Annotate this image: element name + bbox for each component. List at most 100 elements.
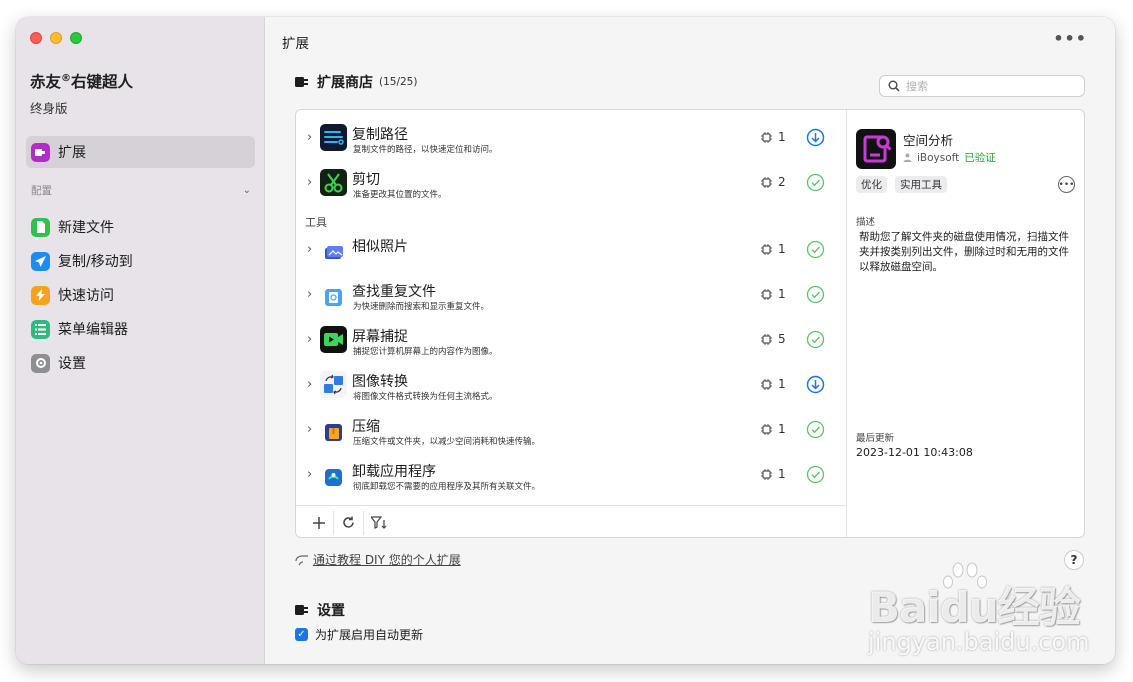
last-updated-date: 2023-12-01 10:43:08 bbox=[856, 446, 973, 459]
action-count: 1 bbox=[761, 130, 786, 144]
watermark-brand: Baidu经验 bbox=[868, 583, 1081, 632]
pointing-hand-icon bbox=[295, 554, 308, 565]
close-window-button[interactable] bbox=[30, 32, 42, 44]
store-title: 扩展商店 bbox=[317, 75, 373, 91]
extension-name: 压缩 bbox=[352, 419, 380, 435]
scissors-icon bbox=[320, 169, 347, 196]
list-item[interactable]: › 卸载应用程序 彻底卸载您不需要的应用程序及其所有关联文件。 1 bbox=[296, 455, 846, 497]
action-count: 1 bbox=[761, 467, 786, 481]
list-item[interactable]: › 查找重复文件 为快速删除而搜索和显示重复文件。 1 bbox=[296, 275, 846, 317]
person-icon bbox=[903, 153, 912, 162]
action-count: 1 bbox=[761, 422, 786, 436]
send-icon bbox=[31, 251, 50, 271]
list-footer-toolbar bbox=[296, 505, 846, 537]
filter-sort-button[interactable] bbox=[364, 511, 394, 535]
chevron-right-icon[interactable]: › bbox=[307, 130, 312, 145]
installed-check-icon bbox=[806, 240, 825, 259]
list-item[interactable]: › 剪切 准备更改其位置的文件。 2 bbox=[296, 163, 846, 205]
chevron-right-icon[interactable]: › bbox=[307, 467, 312, 482]
detail-more-button[interactable]: ••• bbox=[1058, 176, 1075, 193]
chevron-right-icon[interactable]: › bbox=[307, 332, 312, 347]
chevron-right-icon[interactable]: › bbox=[307, 242, 312, 257]
sidebar-item-label: 设置 bbox=[58, 356, 86, 372]
refresh-button[interactable] bbox=[334, 510, 364, 535]
toolbar: 扩展 ••• bbox=[265, 17, 1115, 61]
group-label: 工具 bbox=[305, 216, 327, 229]
tag-optimize[interactable]: 优化 bbox=[856, 176, 887, 193]
extension-name: 相似照片 bbox=[352, 239, 408, 255]
download-icon[interactable] bbox=[806, 128, 825, 147]
chevron-right-icon[interactable]: › bbox=[307, 377, 312, 392]
refresh-icon bbox=[343, 516, 354, 528]
sidebar-item-menu-editor[interactable]: 菜单编辑器 bbox=[26, 313, 255, 345]
auto-update-option[interactable]: ✓ 为扩展启用自动更新 bbox=[295, 626, 423, 643]
extension-name: 图像转换 bbox=[352, 374, 408, 390]
tutorial-row: 通过教程 DIY 您的个人扩展 bbox=[295, 551, 461, 568]
detail-title: 空间分析 bbox=[903, 133, 954, 148]
app-name: 赤友®右键超人 bbox=[30, 72, 134, 91]
installed-check-icon bbox=[806, 173, 825, 192]
sidebar-item-extensions[interactable]: 扩展 bbox=[26, 136, 255, 168]
sidebar-item-settings[interactable]: 设置 bbox=[26, 347, 255, 379]
list-item[interactable]: › 图像转换 将图像文件格式转换为任何主流格式。 1 bbox=[296, 365, 846, 407]
zoom-window-button[interactable] bbox=[70, 32, 82, 44]
copy-path-icon bbox=[320, 124, 347, 151]
extension-desc: 压缩文件或文件夹，以减少空间消耗和快速传输。 bbox=[353, 437, 541, 447]
disk-analyzer-icon bbox=[856, 129, 896, 169]
sidebar-item-new-file[interactable]: 新建文件 bbox=[26, 211, 255, 243]
store-count: (15/25) bbox=[379, 76, 418, 88]
uninstaller-icon bbox=[323, 467, 344, 488]
plus-icon bbox=[312, 516, 325, 529]
action-count: 1 bbox=[761, 287, 786, 301]
bolt-icon bbox=[31, 285, 50, 305]
search-input[interactable] bbox=[906, 79, 1076, 93]
search-field[interactable] bbox=[879, 75, 1085, 97]
extension-desc: 为快速删除而搜索和显示重复文件。 bbox=[353, 302, 490, 312]
extension-store-panel: › 复制路径 复制文件的路径，以快速定位和访问。 1 › 剪切 准备更改其位置的… bbox=[295, 109, 1085, 538]
chip-icon bbox=[761, 333, 772, 345]
chevron-right-icon[interactable]: › bbox=[307, 175, 312, 190]
similar-photos-icon bbox=[323, 242, 344, 263]
extension-name: 查找重复文件 bbox=[352, 284, 436, 300]
sidebar-item-copy-move[interactable]: 复制/移动到 bbox=[26, 245, 255, 277]
config-section-header[interactable]: 配置 ⌄ bbox=[31, 183, 251, 198]
window-controls bbox=[30, 32, 82, 44]
list-item[interactable]: › 相似照片 1 bbox=[296, 230, 846, 272]
screen-capture-icon bbox=[320, 326, 347, 353]
chevron-right-icon[interactable]: › bbox=[307, 422, 312, 437]
add-extension-button[interactable] bbox=[304, 510, 334, 535]
tag-utilities[interactable]: 实用工具 bbox=[895, 176, 947, 193]
installed-check-icon bbox=[806, 285, 825, 304]
watermark: Baidu经验 jingyan.baidu.com bbox=[868, 560, 1089, 670]
plug-icon bbox=[295, 77, 308, 87]
chip-icon bbox=[761, 176, 772, 188]
extension-desc: 准备更改其位置的文件。 bbox=[353, 190, 447, 200]
extension-desc: 将图像文件格式转换为任何主流格式。 bbox=[353, 392, 498, 402]
minimize-window-button[interactable] bbox=[50, 32, 62, 44]
extension-desc: 复制文件的路径，以快速定位和访问。 bbox=[353, 145, 498, 155]
action-count: 1 bbox=[761, 242, 786, 256]
chevron-right-icon[interactable]: › bbox=[307, 287, 312, 302]
installed-check-icon bbox=[806, 465, 825, 484]
list-item[interactable]: › 压缩 压缩文件或文件夹，以减少空间消耗和快速传输。 1 bbox=[296, 410, 846, 452]
list-item[interactable]: › 复制路径 复制文件的路径，以快速定位和访问。 1 bbox=[296, 118, 846, 160]
installed-check-icon bbox=[806, 420, 825, 439]
detail-author: iBoysoft 已验证 bbox=[903, 150, 996, 165]
list-item[interactable]: › 屏幕捕捉 捕捉您计算机屏幕上的内容作为图像。 5 bbox=[296, 320, 846, 362]
settings-header: 设置 bbox=[295, 600, 345, 620]
last-updated-label: 最后更新 bbox=[856, 433, 895, 444]
tutorial-link[interactable]: 通过教程 DIY 您的个人扩展 bbox=[313, 551, 461, 568]
sidebar-item-quick-access[interactable]: 快速访问 bbox=[26, 279, 255, 311]
download-icon[interactable] bbox=[806, 375, 825, 394]
duplicate-finder-icon bbox=[323, 287, 344, 308]
extension-name: 剪切 bbox=[352, 172, 380, 188]
page-title: 扩展 bbox=[282, 36, 309, 52]
verified-badge: 已验证 bbox=[964, 152, 996, 164]
description-label: 描述 bbox=[856, 217, 876, 228]
filter-icon bbox=[371, 516, 387, 529]
chevron-down-icon: ⌄ bbox=[242, 185, 251, 196]
more-options-button[interactable]: ••• bbox=[1053, 29, 1087, 48]
detail-description: 帮助您了解文件夹的磁盘使用情况，扫描文件夹并按类别列出文件，删除过时和无用的文件… bbox=[859, 231, 1069, 273]
edition-label: 终身版 bbox=[30, 101, 68, 116]
auto-update-checkbox[interactable]: ✓ bbox=[295, 628, 308, 641]
